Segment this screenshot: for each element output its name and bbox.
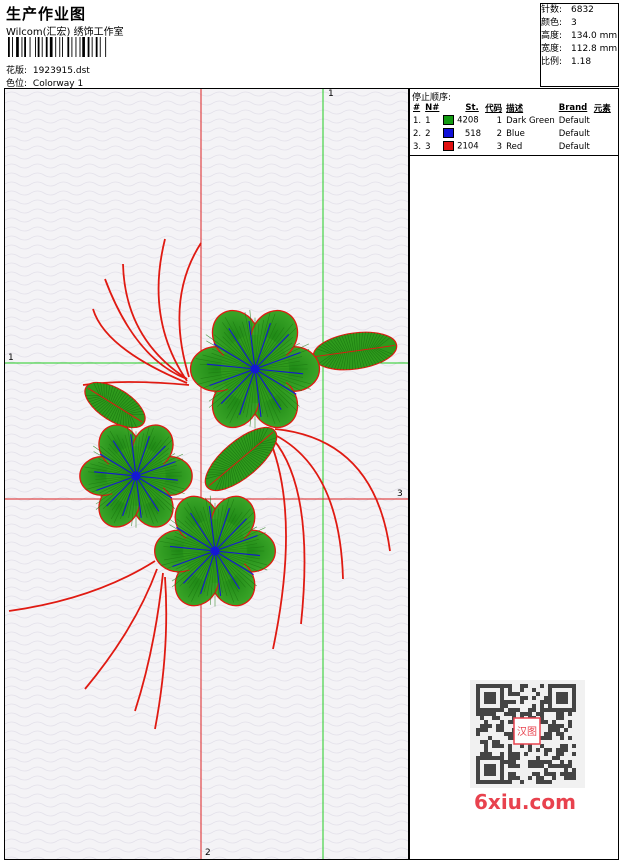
stat-stitches: 针数: 6832	[541, 5, 594, 15]
watermark-stamp: 汉图	[517, 726, 537, 738]
guide-label-red-horizontal: 3	[397, 489, 403, 499]
col-code: 代码	[485, 103, 503, 114]
design-file-value: 1923915.dst	[32, 66, 90, 76]
guide-label-green-vertical: 1	[328, 89, 334, 99]
col-brand: Brand	[558, 102, 588, 113]
design-file-label: 花版:	[6, 66, 28, 76]
design-file-row: 花版: 1923915.dst	[6, 63, 90, 76]
color-swatch	[443, 115, 455, 126]
col-stitches: St.	[465, 102, 479, 113]
color-swatch	[443, 128, 455, 139]
col-desc: 描述	[506, 103, 524, 114]
guide-label-green-horizontal: 1	[8, 353, 14, 363]
sheet-title: 生产作业图	[6, 5, 87, 23]
stat-width: 宽度: 112.8 mm	[541, 44, 618, 54]
table-row: 1. 1 4208 1 Dark Green Default	[413, 115, 590, 126]
embroidery-design-canvas: 1 1 3 2	[4, 88, 409, 860]
color-table: # N# St. 代码 描述 Brand 元素 1. 1 4208 1 Dark…	[411, 101, 613, 153]
col-num: #	[413, 102, 421, 113]
guide-label-red-vertical: 2	[205, 848, 211, 858]
table-row: 2. 2 518 2 Blue Default	[413, 128, 590, 139]
embroidery-drawing	[5, 89, 408, 859]
studio-name: Wilcom(汇宏) 绣饰工作室	[6, 27, 124, 38]
barcode	[8, 37, 107, 57]
stat-scale: 比例: 1.18	[541, 57, 592, 67]
panel-divider	[410, 155, 618, 156]
stat-colors: 颜色: 3	[541, 18, 577, 28]
color-table-header: # N# St. 代码 描述 Brand 元素	[411, 101, 613, 114]
color-swatch	[443, 141, 455, 152]
table-row: 3. 3 2104 3 Red Default	[413, 141, 590, 152]
col-element: 元素	[593, 103, 611, 114]
site-watermark: 6xiu.com	[474, 790, 576, 814]
stats-list: 针数: 6832 颜色: 3 高度: 134.0 mm 宽度: 112.8 mm 比例:…	[541, 4, 619, 69]
stat-height: 高度: 134.0 mm	[541, 31, 618, 41]
col-n: N#	[425, 102, 440, 113]
